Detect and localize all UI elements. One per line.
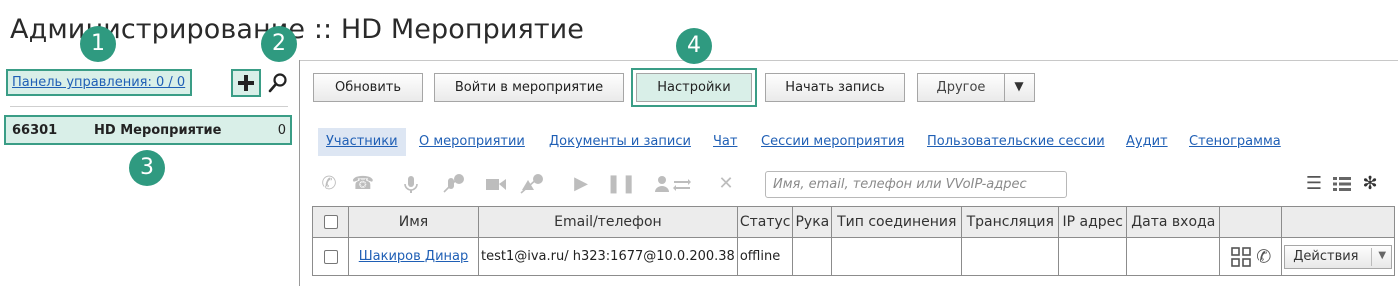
detail-list-icon[interactable]: [1330, 172, 1354, 196]
transfer-user-icon[interactable]: [652, 172, 692, 196]
actions-label: Действия: [1293, 248, 1359, 264]
column-header-status[interactable]: Статус: [736, 206, 794, 238]
search-events-button[interactable]: [266, 70, 290, 96]
column-header-ip[interactable]: IP адрес: [1058, 206, 1128, 238]
actions-separator: [1371, 247, 1373, 266]
row-actions-cell: Действия ▼: [1281, 237, 1396, 276]
table-header-row: Имя Email/телефон Статус Рука Тип соедин…: [312, 206, 1396, 238]
enter-event-button[interactable]: Войти в мероприятие: [434, 73, 624, 102]
play-icon[interactable]: ▶: [570, 172, 592, 196]
phone-icon[interactable]: ✆: [1256, 246, 1271, 267]
annotation-marker-3: 3: [129, 150, 165, 186]
participant-broadcast: [961, 237, 1060, 276]
caret-down-icon: ▼: [1014, 79, 1024, 93]
dashboard-link[interactable]: Панель управления: 0 / 0: [6, 69, 192, 96]
event-name: HD Мероприятие: [94, 123, 222, 138]
tab-transcript[interactable]: Стенограмма: [1189, 128, 1281, 156]
column-header-contact[interactable]: Email/телефон: [478, 206, 738, 238]
annotation-marker-2: 2: [261, 26, 297, 62]
event-list-item[interactable]: 66301 HD Мероприятие 0: [4, 115, 292, 145]
tab-audit[interactable]: Аудит: [1126, 128, 1168, 156]
event-count: 0: [277, 123, 286, 138]
settings-button[interactable]: Настройки: [636, 73, 752, 102]
row-actions-dropdown[interactable]: Действия ▼: [1284, 244, 1393, 269]
participant-hand: [792, 237, 833, 276]
participant-search-input[interactable]: [765, 171, 1067, 198]
tab-user-sessions[interactable]: Пользовательские сессии: [927, 128, 1105, 156]
row-select-cell[interactable]: [312, 237, 349, 276]
start-record-button[interactable]: Начать запись: [765, 73, 905, 102]
tab-event-sessions[interactable]: Сессии мероприятия: [761, 128, 904, 156]
pause-icon[interactable]: ❚❚: [606, 172, 636, 196]
participant-connection-type: [831, 237, 963, 276]
call-icon[interactable]: ✆: [316, 172, 342, 196]
table-row: Шакиров Динар test1@iva.ru/ h323:1677@10…: [312, 237, 1396, 276]
caret-down-icon: ▼: [1378, 249, 1387, 261]
other-label: Другое: [936, 80, 986, 95]
column-header-login-date[interactable]: Дата входа: [1126, 206, 1221, 238]
list-view-icon[interactable]: ☰: [1302, 172, 1326, 196]
magnifier-icon: [268, 73, 287, 93]
tab-chat[interactable]: Чат: [713, 128, 737, 156]
column-header-icons: [1219, 206, 1283, 238]
camera-icon[interactable]: [484, 172, 508, 196]
row-checkbox[interactable]: [323, 249, 338, 264]
column-header-broadcast[interactable]: Трансляция: [961, 206, 1060, 238]
other-dropdown[interactable]: Другое ▼: [917, 73, 1035, 102]
participant-name-cell: Шакиров Динар: [348, 237, 479, 276]
remove-icon[interactable]: ✕: [714, 172, 738, 196]
select-all-checkbox[interactable]: [323, 215, 338, 229]
participant-ip: [1058, 237, 1128, 276]
tab-participants[interactable]: Участники: [318, 128, 406, 156]
column-header-connection-type[interactable]: Тип соединения: [831, 206, 963, 238]
qr-code-icon[interactable]: [1230, 246, 1252, 268]
participants-table: Имя Email/телефон Статус Рука Тип соедин…: [312, 206, 1396, 276]
event-id: 66301: [12, 123, 58, 138]
column-header-actions: [1281, 206, 1396, 238]
annotation-marker-4: 4: [676, 28, 712, 64]
participant-contact: test1@iva.ru/ h323:1677@10.0.200.38: [478, 237, 738, 276]
refresh-button[interactable]: Обновить: [313, 73, 423, 102]
tab-documents[interactable]: Документы и записи: [549, 128, 691, 156]
select-all-cell[interactable]: [312, 206, 349, 238]
add-event-button[interactable]: [231, 69, 261, 97]
tab-about[interactable]: О мероприятии: [419, 128, 525, 156]
column-header-hand[interactable]: Рука: [792, 206, 833, 238]
hangup-icon[interactable]: ☎: [350, 172, 376, 196]
participant-status: offline: [736, 237, 794, 276]
row-icons-cell: ✆: [1219, 237, 1283, 276]
divider: [10, 106, 288, 107]
annotation-marker-1: 1: [80, 26, 116, 62]
microphone-off-icon[interactable]: [440, 172, 466, 196]
participant-name-link[interactable]: Шакиров Динар: [359, 249, 469, 264]
main-top-border: [300, 60, 1398, 61]
participant-login-date: [1126, 237, 1221, 276]
column-header-name[interactable]: Имя: [348, 206, 479, 238]
microphone-icon[interactable]: [400, 172, 422, 196]
plus-icon: [238, 75, 254, 91]
gear-icon[interactable]: ✻: [1358, 172, 1382, 196]
camera-off-icon[interactable]: [518, 172, 548, 196]
